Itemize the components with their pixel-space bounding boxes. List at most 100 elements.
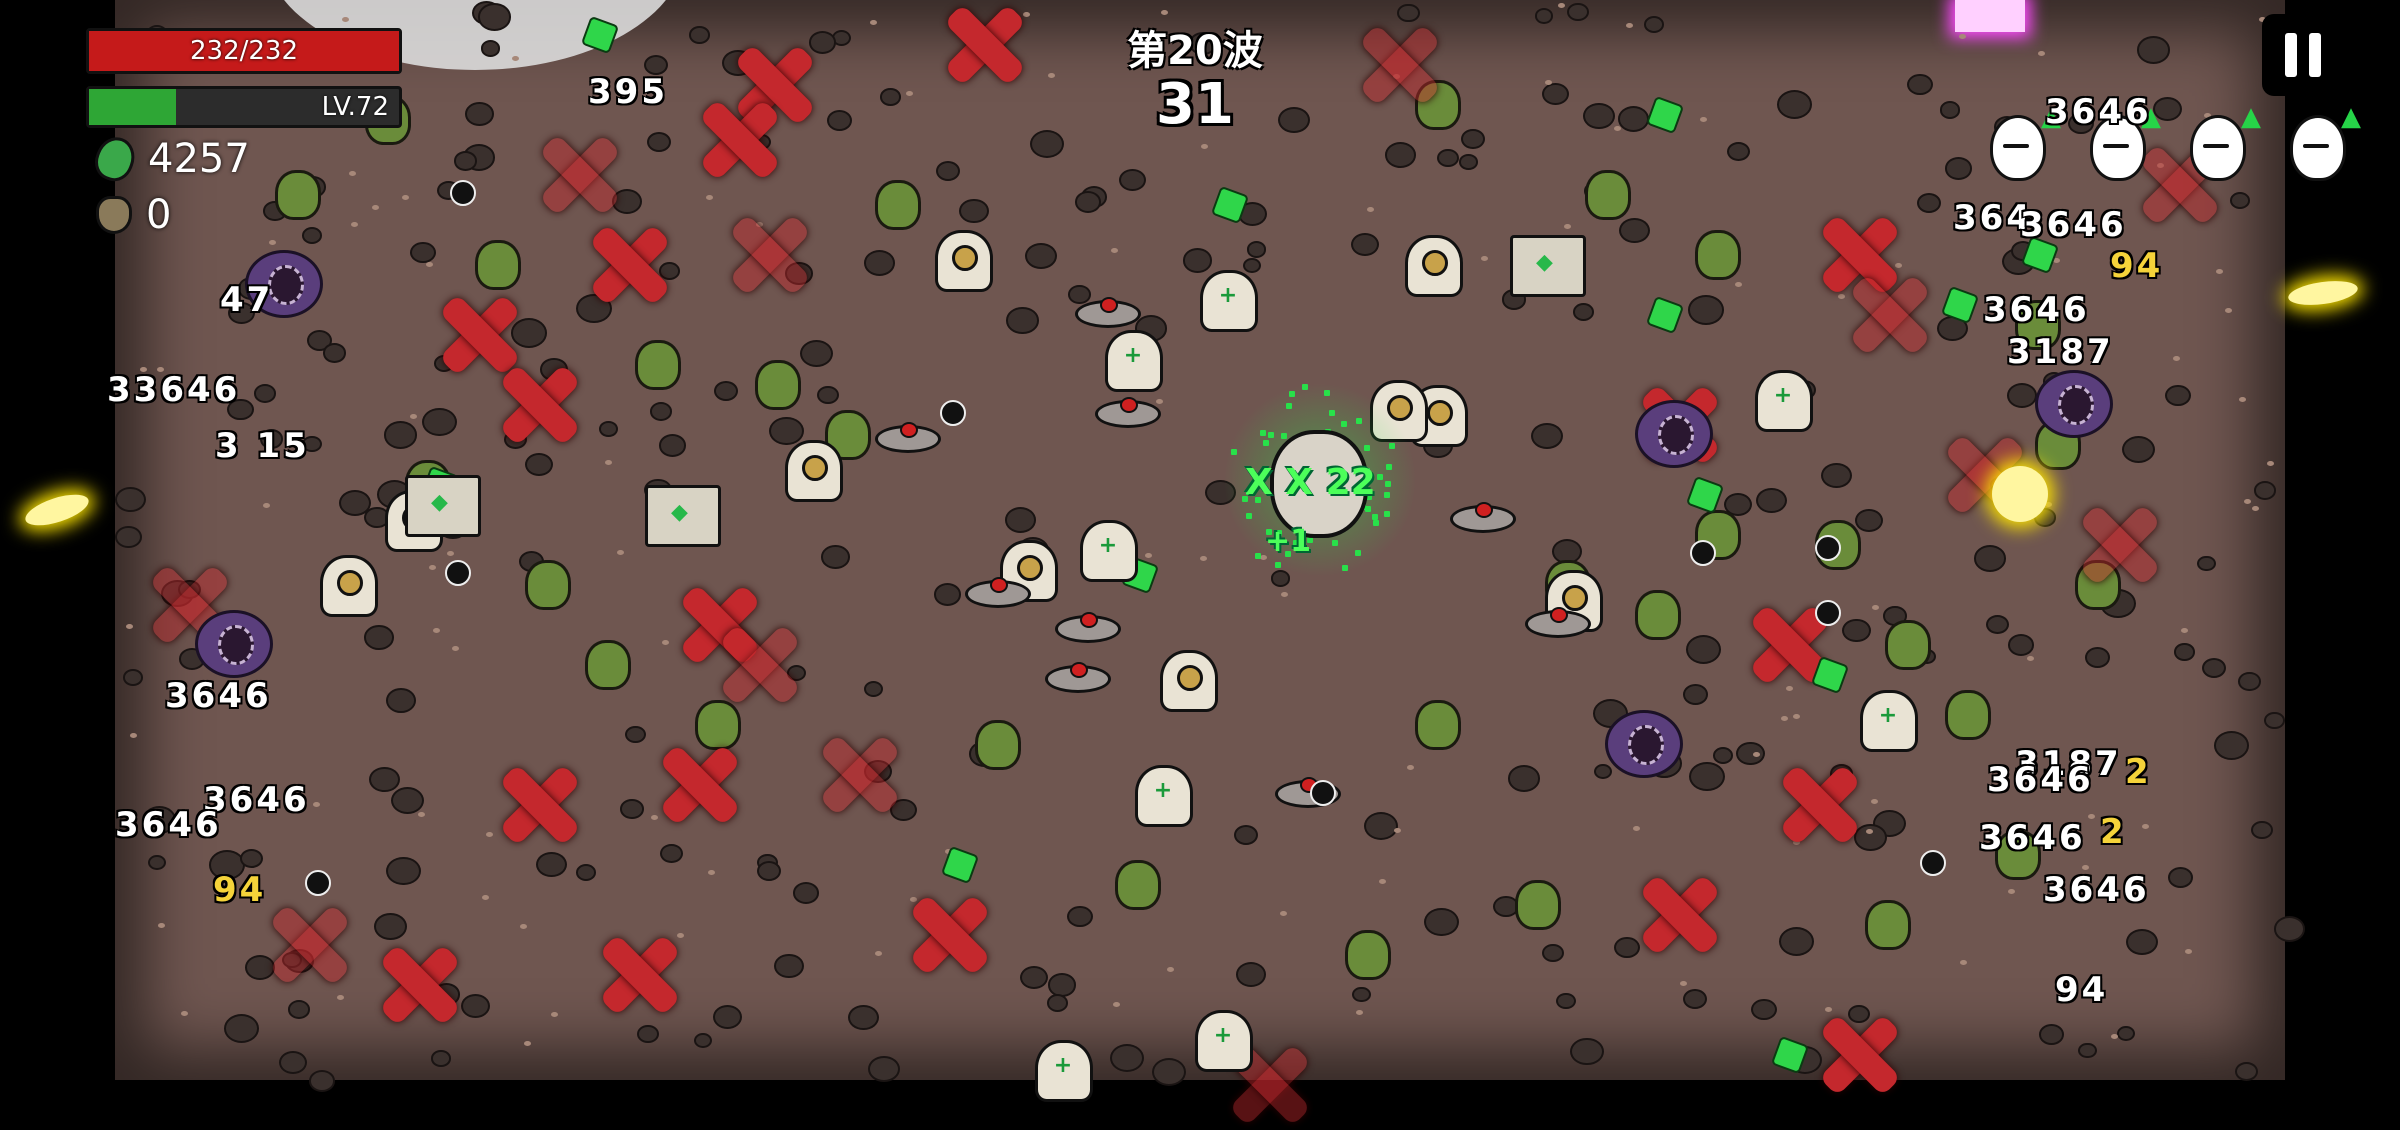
materials-counter: 4257 xyxy=(89,131,250,187)
rock xyxy=(1551,538,1582,564)
rock xyxy=(285,949,315,973)
rock xyxy=(1679,428,1714,457)
rock xyxy=(863,250,895,277)
rock xyxy=(647,131,672,152)
rock xyxy=(432,982,461,1006)
rock xyxy=(1436,148,1460,168)
rock xyxy=(625,725,646,744)
rock xyxy=(431,1050,451,1067)
rock xyxy=(1682,989,1707,1010)
damage-number: 3646 xyxy=(1987,760,2094,800)
hazard-x-mark xyxy=(2075,500,2165,590)
pebble xyxy=(1633,825,1641,831)
rock xyxy=(576,293,612,323)
robot-eye-icon xyxy=(1562,585,1588,611)
hazard-x-mark xyxy=(375,940,465,1030)
rock xyxy=(880,88,901,106)
rock xyxy=(1944,157,1972,180)
hazard-x-mark xyxy=(585,220,675,310)
rock xyxy=(649,401,673,421)
pebble xyxy=(428,564,436,570)
pebble xyxy=(756,221,764,227)
pebble xyxy=(1366,206,1374,212)
bag-icon xyxy=(96,196,132,234)
damage-number: 3 15 xyxy=(215,426,310,466)
tree-enemy xyxy=(825,410,871,460)
rock xyxy=(369,767,400,793)
landmine xyxy=(875,422,941,453)
hazard-x-mark xyxy=(1355,20,1445,110)
hazard-x-mark xyxy=(675,580,765,670)
rock xyxy=(2116,1025,2135,1042)
pebble xyxy=(944,849,952,855)
glowing-orb xyxy=(1992,466,2048,522)
pebble xyxy=(1280,592,1288,598)
rock xyxy=(890,799,917,822)
pebble xyxy=(650,814,658,820)
rock xyxy=(2229,191,2251,209)
medic-cross-icon: + xyxy=(1053,1053,1073,1078)
rock xyxy=(1872,810,1906,838)
rock xyxy=(364,625,395,650)
dark-orb-projectile xyxy=(940,400,966,426)
damage-number: 3646 xyxy=(2043,870,2150,910)
level-text: LV.72 xyxy=(321,92,389,122)
rock xyxy=(410,241,437,264)
health-bar: 232/232 xyxy=(86,28,402,74)
robot-enemy xyxy=(935,230,993,292)
rock xyxy=(1842,618,1871,643)
rock xyxy=(1004,507,1036,534)
rock xyxy=(769,417,804,446)
pebble xyxy=(1407,764,1415,770)
rock xyxy=(1917,648,1937,665)
landmine xyxy=(1450,502,1516,533)
landmine xyxy=(1055,612,1121,643)
medic-cross-icon: + xyxy=(1213,1023,1233,1048)
pebble xyxy=(625,980,633,986)
tree-enemy xyxy=(585,640,631,690)
rock xyxy=(1646,748,1682,778)
hazard-x-mark xyxy=(145,560,235,650)
rock xyxy=(2167,866,2194,888)
rock xyxy=(1736,741,1766,766)
pebble xyxy=(1837,294,1845,300)
rock xyxy=(1352,986,1371,1003)
rock xyxy=(1939,101,1961,119)
rock xyxy=(1643,15,1665,33)
rock xyxy=(1507,765,1540,792)
tree-enemy xyxy=(475,240,521,290)
rock xyxy=(1821,463,1852,489)
rock xyxy=(391,786,425,815)
dark-orb-projectile xyxy=(1310,780,1336,806)
pebble xyxy=(707,869,715,875)
pause-button[interactable] xyxy=(2262,14,2344,96)
pebble xyxy=(1825,1006,1833,1012)
rock xyxy=(817,386,840,405)
rock xyxy=(1594,763,1613,780)
rock xyxy=(2264,711,2286,729)
rock xyxy=(263,201,287,221)
pebble xyxy=(1752,751,1760,757)
rock xyxy=(1555,992,1576,1010)
rock xyxy=(1689,762,1725,792)
dark-orb-projectile xyxy=(1690,540,1716,566)
pebble xyxy=(410,414,418,420)
rock xyxy=(785,262,813,285)
tree-enemy xyxy=(1545,560,1591,610)
pebble xyxy=(2026,656,2034,662)
rock xyxy=(1152,1057,1187,1087)
rock xyxy=(2136,36,2170,64)
rock xyxy=(756,860,782,881)
robot-eye-icon xyxy=(1427,400,1453,426)
rock xyxy=(2253,481,2276,500)
rock xyxy=(536,851,568,878)
rock xyxy=(1182,248,1213,273)
rock xyxy=(712,1004,743,1030)
rock xyxy=(969,740,1001,767)
pebble xyxy=(1145,552,1153,558)
rock xyxy=(863,680,884,698)
pebble xyxy=(1865,828,1873,834)
rock xyxy=(518,550,545,572)
rock xyxy=(148,854,167,871)
rock xyxy=(660,843,683,863)
